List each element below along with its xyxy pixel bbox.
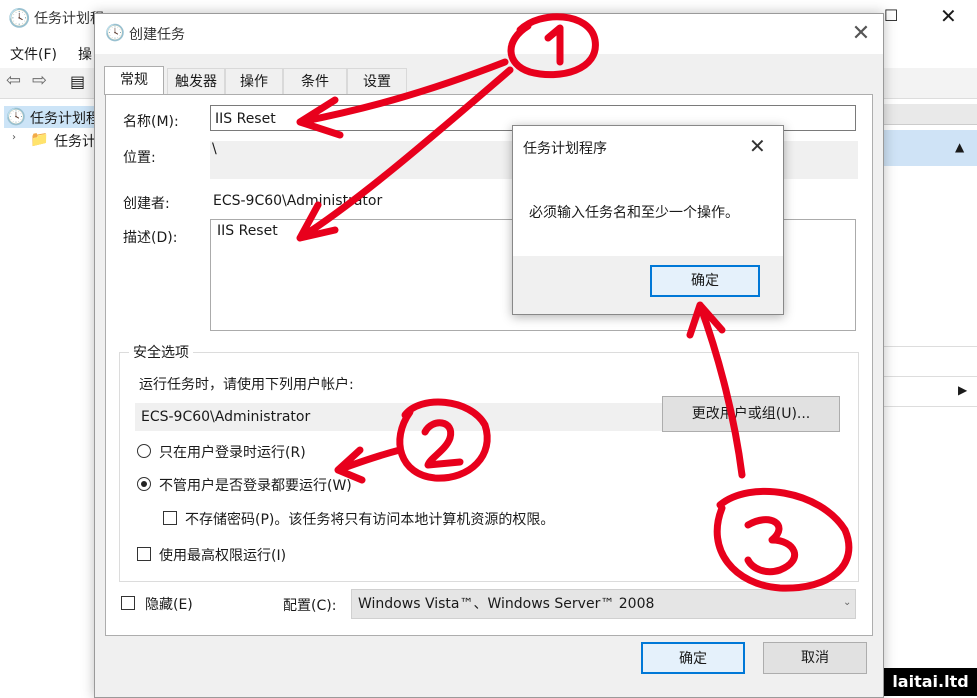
highest-privileges-label[interactable]: 使用最高权限运行(I)	[159, 545, 286, 565]
message-box-title: 任务计划程序	[523, 141, 607, 157]
cancel-button[interactable]: 取消	[763, 642, 867, 674]
name-label: 名称(M):	[123, 114, 179, 130]
divider	[883, 346, 977, 347]
config-select[interactable]: Windows Vista™、Windows Server™ 2008	[351, 589, 856, 619]
tree-child-label[interactable]: 任务计	[54, 131, 96, 151]
menu-file[interactable]: 文件(F)	[10, 44, 57, 64]
forward-arrow-icon[interactable]: ⇨	[32, 70, 47, 91]
message-ok-button[interactable]: 确定	[650, 265, 760, 297]
tab-general[interactable]: 常规	[104, 66, 164, 95]
divider	[883, 376, 977, 377]
error-message-box: 任务计划程序 ✕ 必须输入任务名和至少一个操作。 确定	[512, 125, 784, 315]
config-label: 配置(C):	[283, 598, 337, 614]
run-as-prompt: 运行任务时，请使用下列用户帐户:	[139, 377, 354, 393]
hidden-checkbox[interactable]	[121, 596, 135, 610]
message-text: 必须输入任务名和至少一个操作。	[529, 205, 739, 221]
chevron-right-icon[interactable]: ›	[12, 132, 16, 143]
hidden-label[interactable]: 隐藏(E)	[145, 594, 193, 614]
clock-icon: 🕓	[8, 8, 31, 29]
user-account-value: ECS-9C60\Administrator	[135, 403, 681, 431]
radio-run-logged-on-label[interactable]: 只在用户登录时运行(R)	[159, 442, 306, 462]
tab-triggers[interactable]: 触发器	[167, 68, 225, 95]
no-store-password-label[interactable]: 不存储密码(P)。该任务将只有访问本地计算机资源的权限。	[185, 509, 554, 529]
create-task-dialog: 🕓 创建任务 ✕ 常规 触发器 操作 条件 设置 名称(M): IIS Rese…	[94, 13, 884, 698]
highest-privileges-checkbox[interactable]	[137, 547, 151, 561]
ok-button[interactable]: 确定	[641, 642, 745, 674]
close-icon[interactable]: ✕	[749, 134, 766, 158]
tab-conditions[interactable]: 条件	[283, 68, 347, 95]
tab-settings[interactable]: 设置	[347, 68, 407, 95]
author-label: 创建者:	[123, 196, 170, 212]
back-arrow-icon[interactable]: ⇦	[6, 70, 21, 91]
submenu-arrow-icon[interactable]: ▶	[958, 383, 967, 397]
security-options-title: 安全选项	[129, 342, 193, 362]
chevron-down-icon[interactable]: ⌄	[843, 597, 851, 608]
description-label: 描述(D):	[123, 230, 178, 246]
radio-run-whether-logged[interactable]	[137, 477, 151, 491]
change-user-button[interactable]: 更改用户或组(U)...	[662, 396, 840, 432]
radio-run-whether-logged-label[interactable]: 不管用户是否登录都要运行(W)	[159, 475, 352, 495]
clock-icon: 🕓	[6, 107, 26, 126]
clock-icon: 🕓	[105, 23, 125, 42]
author-value: ECS-9C60\Administrator	[213, 193, 383, 209]
close-icon[interactable]: ✕	[849, 22, 873, 46]
menu-action[interactable]: 操	[78, 44, 92, 64]
actions-pane-header	[883, 104, 977, 125]
radio-run-logged-on[interactable]	[137, 444, 151, 458]
collapse-arrow-icon[interactable]: ▲	[955, 140, 964, 154]
divider	[883, 406, 977, 407]
console-tree-icon[interactable]: ▤	[70, 72, 85, 91]
tree-root-label[interactable]: 任务计划程	[30, 108, 100, 128]
folder-icon: 📁	[30, 130, 49, 148]
no-store-password-checkbox[interactable]	[163, 511, 177, 525]
close-icon[interactable]: ✕	[940, 4, 957, 28]
maximize-icon[interactable]: ☐	[884, 6, 898, 25]
watermark: laitai.ltd	[884, 668, 977, 696]
tab-actions[interactable]: 操作	[225, 68, 283, 95]
dialog-title: 创建任务	[129, 27, 185, 43]
dialog-titlebar: 🕓 创建任务 ✕	[95, 14, 883, 54]
location-label: 位置:	[123, 150, 156, 166]
